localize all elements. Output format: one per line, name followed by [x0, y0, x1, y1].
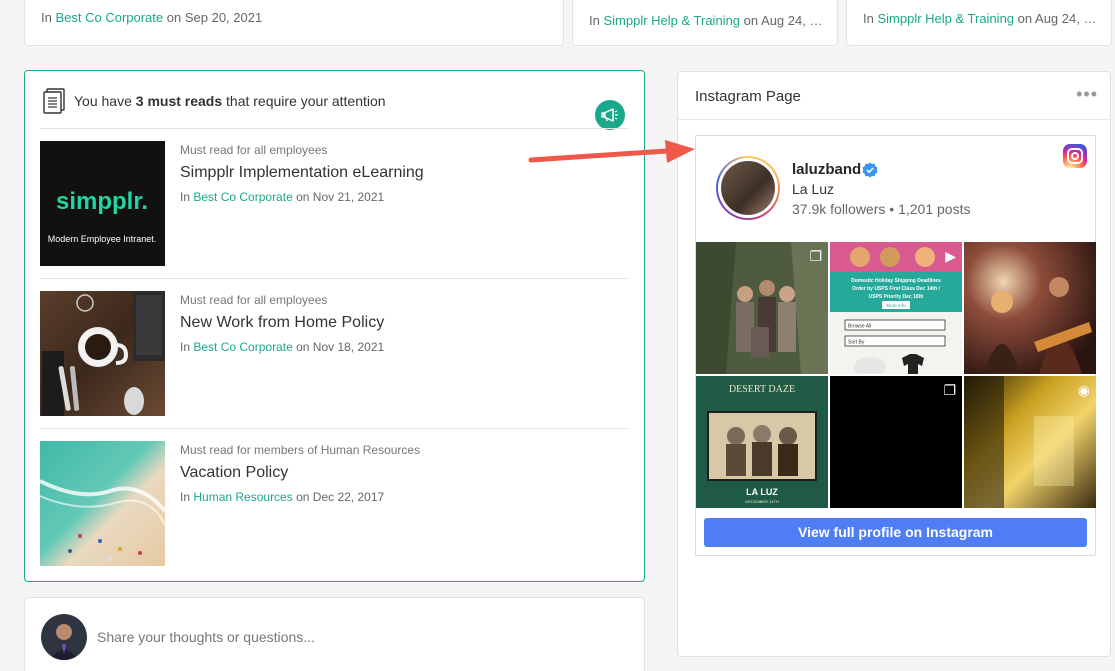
instagram-post[interactable]: ❐	[830, 376, 962, 508]
instagram-widget: laluzband La Luz 37.9k followers • 1,201…	[695, 135, 1096, 556]
instagram-panel: Instagram Page ••• laluzband La Luz 37.9…	[677, 71, 1111, 657]
thumb-tagline: Modern Employee Intranet.	[48, 234, 157, 244]
profile-stats: 37.9k followers • 1,201 posts	[792, 201, 970, 217]
on-label: on	[296, 340, 310, 354]
content-card[interactable]: In Simpplr Help & Training on Aug 24, 2.…	[846, 0, 1112, 46]
item-meta: In Human Resources on Dec 22, 2017	[180, 490, 420, 504]
instagram-post[interactable]	[964, 242, 1096, 374]
poster-date: DECEMBER 14TH	[745, 499, 779, 504]
header-suffix: that require your attention	[226, 93, 386, 109]
site-link[interactable]: Best Co Corporate	[55, 10, 163, 25]
promo-field: Sort By	[848, 340, 865, 346]
profile-username[interactable]: laluzband	[792, 161, 861, 178]
card-date: Aug 24, 2...	[1035, 11, 1097, 26]
on-label: on	[296, 490, 310, 504]
instagram-logo-icon[interactable]	[1063, 144, 1087, 168]
item-title-link[interactable]: Vacation Policy	[180, 464, 420, 482]
must-read-item[interactable]: Must read for members of Human Resources…	[40, 441, 629, 567]
must-reads-count: 3 must reads	[135, 93, 223, 109]
audience-label: Must read for members of Human Resources	[180, 443, 421, 457]
profile-avatar[interactable]	[716, 156, 780, 220]
item-info: Must read for members of Human Resources…	[180, 443, 420, 504]
divider	[40, 278, 629, 279]
share-input[interactable]: Share your thoughts or questions...	[97, 629, 315, 645]
item-info: Must read for all employees New Work fro…	[180, 293, 384, 354]
promo-text: Order by USPS First Class Dec 14th /	[852, 286, 940, 292]
verified-badge-icon	[862, 162, 878, 178]
card-meta: In Simpplr Help & Training on Aug 24, 2.…	[589, 13, 823, 28]
in-label: In	[589, 13, 600, 28]
reel-play-icon: ▶	[945, 248, 956, 264]
divider	[678, 119, 1110, 120]
header-prefix: You have	[74, 93, 132, 109]
stats-separator: •	[889, 201, 895, 217]
thumb-brand: simpplr.	[56, 188, 148, 215]
item-title-link[interactable]: New Work from Home Policy	[180, 314, 384, 332]
on-label: on	[166, 10, 182, 25]
carousel-icon: ❐	[943, 382, 956, 398]
item-date: Dec 22, 2017	[312, 490, 385, 504]
reel-icon: ◉	[1077, 382, 1090, 398]
thumbnail-image[interactable]	[40, 291, 165, 416]
followers-count: 37.9k followers	[792, 201, 886, 217]
megaphone-icon[interactable]	[595, 100, 625, 130]
on-label: on	[743, 13, 759, 28]
instagram-post[interactable]: ❐	[696, 242, 828, 374]
panel-title: Instagram Page	[695, 88, 801, 105]
site-link[interactable]: Human Resources	[193, 490, 292, 504]
documents-icon	[43, 88, 65, 114]
poster-band: LA LUZ	[746, 487, 778, 497]
posts-count: 1,201 posts	[898, 201, 971, 217]
promo-field: Browse All	[848, 324, 871, 330]
instagram-post[interactable]: ◉	[964, 376, 1096, 508]
site-link[interactable]: Simpplr Help & Training	[877, 11, 1014, 26]
promo-button: More Info	[886, 303, 906, 308]
promo-text: Domestic Holiday Shipping Deadlines	[851, 278, 941, 284]
item-title-link[interactable]: Simpplr Implementation eLearning	[180, 164, 424, 182]
content-card[interactable]: In Best Co Corporate on Sep 20, 2021	[24, 0, 564, 46]
item-info: Must read for all employees Simpplr Impl…	[180, 143, 424, 204]
in-label: In	[41, 10, 52, 25]
annotation-arrow-icon	[528, 140, 695, 163]
card-meta: In Simpplr Help & Training on Aug 24, 2.…	[863, 11, 1097, 26]
card-meta: In Best Co Corporate on Sep 20, 2021	[41, 10, 262, 25]
item-meta: In Best Co Corporate on Nov 18, 2021	[180, 340, 384, 354]
more-options-icon[interactable]: •••	[1076, 84, 1098, 105]
promo-text: USPS Priority Dec 16th	[869, 294, 924, 300]
in-label: In	[180, 340, 191, 354]
poster-title: DESERT DAZE	[729, 384, 795, 395]
must-read-item[interactable]: Must read for all employees New Work fro…	[40, 291, 629, 417]
site-link[interactable]: Best Co Corporate	[193, 340, 292, 354]
view-profile-button[interactable]: View full profile on Instagram	[704, 518, 1087, 547]
divider	[40, 128, 629, 129]
site-link[interactable]: Simpplr Help & Training	[603, 13, 740, 28]
divider	[40, 428, 629, 429]
item-meta: In Best Co Corporate on Nov 21, 2021	[180, 190, 424, 204]
card-date: Sep 20, 2021	[184, 10, 263, 25]
post-composer[interactable]: Share your thoughts or questions...	[24, 597, 645, 671]
item-date: Nov 21, 2021	[312, 190, 385, 204]
must-reads-summary: You have 3 must reads that require your …	[74, 93, 386, 109]
in-label: In	[180, 490, 191, 504]
must-reads-header: You have 3 must reads that require your …	[42, 88, 627, 128]
in-label: In	[180, 190, 191, 204]
thumbnail-image[interactable]: simpplr. Modern Employee Intranet.	[40, 141, 165, 266]
instagram-post[interactable]: Domestic Holiday Shipping Deadlines Orde…	[830, 242, 962, 374]
thumbnail-image[interactable]	[40, 441, 165, 566]
in-label: In	[863, 11, 874, 26]
content-card[interactable]: In Simpplr Help & Training on Aug 24, 2.…	[572, 0, 838, 46]
instagram-post-grid: ❐ Domestic Holiday Shipping Deadlines Or…	[696, 242, 1096, 509]
carousel-icon: ❐	[809, 248, 822, 264]
audience-label: Must read for all employees	[180, 293, 328, 307]
on-label: on	[296, 190, 310, 204]
card-date: Aug 24, 2...	[761, 13, 823, 28]
user-avatar	[41, 614, 87, 660]
on-label: on	[1017, 11, 1033, 26]
instagram-post[interactable]: DESERT DAZE LA LUZ DECEMBER 14TH	[696, 376, 828, 508]
audience-label: Must read for all employees	[180, 143, 328, 157]
site-link[interactable]: Best Co Corporate	[193, 190, 292, 204]
profile-display-name: La Luz	[792, 181, 835, 197]
item-date: Nov 18, 2021	[312, 340, 385, 354]
